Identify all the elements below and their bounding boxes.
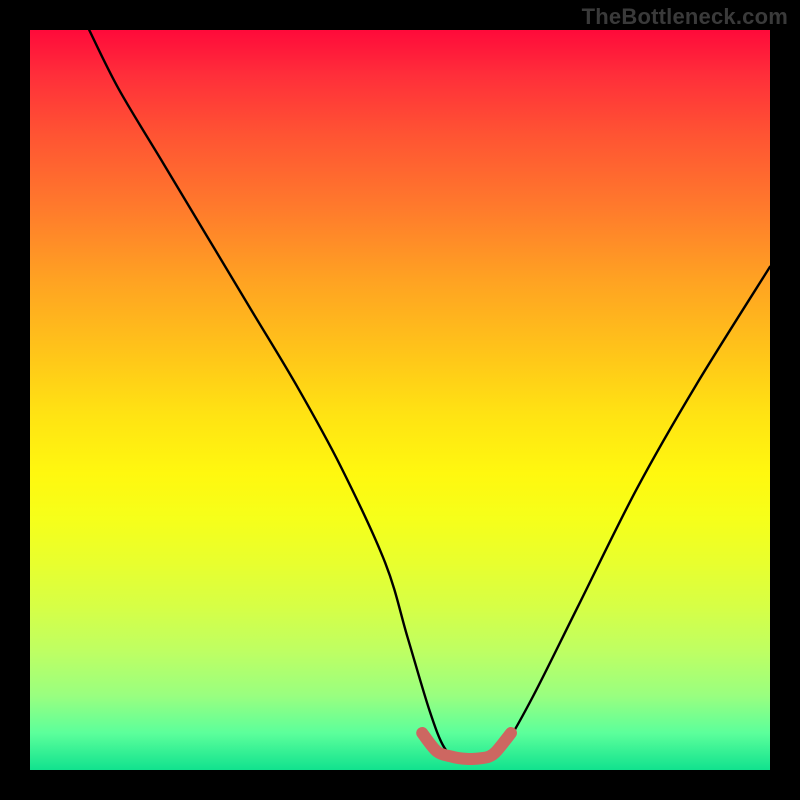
chart-frame: TheBottleneck.com: [0, 0, 800, 800]
watermark: TheBottleneck.com: [582, 4, 788, 30]
plot-area: [30, 30, 770, 770]
series-highlight-band: [422, 733, 511, 759]
series-bottleneck-curve: [89, 30, 770, 760]
curve-layer: [30, 30, 770, 770]
curve-svg: [30, 30, 770, 770]
